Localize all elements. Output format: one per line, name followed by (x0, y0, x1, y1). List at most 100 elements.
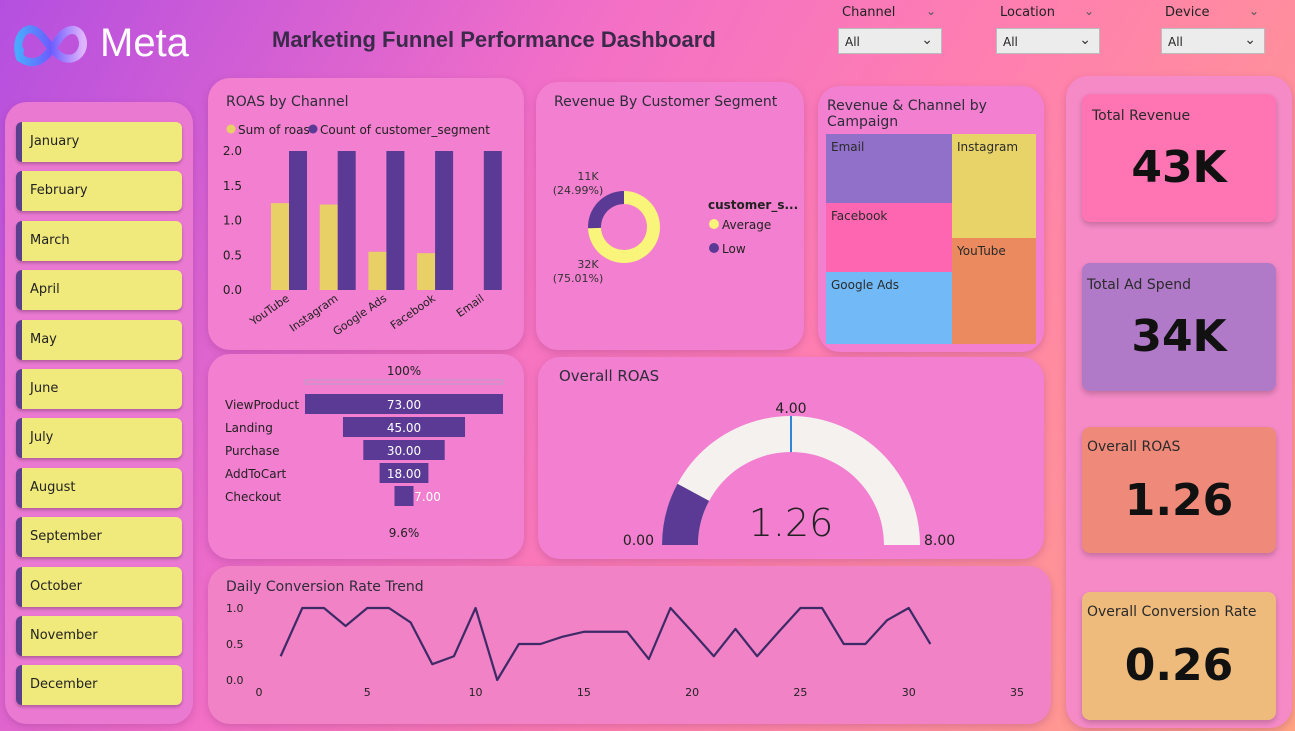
legend-label: Sum of roas (238, 123, 310, 137)
roas-by-channel-card: ROAS by Channel Sum of roas Count of cust… (208, 78, 524, 350)
y-tick-label: 0.5 (226, 638, 244, 651)
channel-select[interactable]: All ⌄ (838, 28, 942, 54)
month-button-march[interactable]: March (16, 220, 182, 261)
page-title: Marketing Funnel Performance Dashboard (272, 27, 716, 52)
gauge-target-label: 4.00 (775, 401, 806, 417)
treemap-cell-google-ads[interactable]: Google Ads (826, 272, 952, 344)
funnel-card: 100% ViewProduct 73.00 Landing 45.00 Purchase… (208, 354, 524, 559)
x-tick-label: 0 (256, 686, 263, 699)
location-select[interactable]: All ⌄ (996, 28, 1100, 54)
chart-title: Revenue & Channel by Campaign (827, 98, 987, 130)
month-button-november[interactable]: November (16, 616, 182, 656)
meta-logo: Meta (12, 20, 212, 70)
kpi-label: Overall Conversion Rate (1087, 604, 1257, 620)
filter-device[interactable]: Device ⌄ All ⌄ (1161, 4, 1266, 54)
bar-sum-of-roas (271, 203, 289, 290)
chevron-down-icon: ⌄ (1244, 32, 1256, 48)
month-button-june[interactable]: June (16, 369, 182, 409)
slice-value-label: 11K (577, 170, 599, 183)
legend-title: customer_s... (708, 198, 798, 213)
funnel-value-label: 45.00 (387, 421, 421, 435)
funnel-category-label: AddToCart (225, 467, 287, 481)
y-tick-label: 1.5 (223, 179, 242, 193)
gauge-value-label: 1.26 (749, 501, 834, 545)
kpi-value: 34K (1131, 311, 1227, 362)
month-button-january[interactable]: January (16, 122, 182, 162)
bar-sum-of-roas (417, 253, 436, 290)
slice-pct-label: (24.99%) (553, 184, 604, 197)
chevron-down-icon: ⌄ (926, 4, 937, 18)
month-button-april[interactable]: April (16, 270, 182, 311)
funnel-category-label: Purchase (225, 444, 280, 458)
filter-label: Channel (842, 5, 896, 20)
funnel-category-label: ViewProduct (225, 398, 299, 412)
kpi-label: Total Revenue (1092, 108, 1191, 124)
kpi-total-ad-spend: Total Ad Spend 34K (1082, 263, 1276, 391)
month-button-may[interactable]: May (16, 319, 182, 360)
select-value: All (1003, 35, 1018, 49)
select-value: All (845, 35, 860, 49)
treemap-label: Instagram (957, 140, 1019, 154)
y-tick-label: 0.0 (223, 283, 242, 297)
logo-text: Meta (100, 21, 189, 65)
funnel-category-label: Landing (225, 421, 273, 435)
device-select[interactable]: All ⌄ (1161, 28, 1265, 54)
treemap-cell-facebook[interactable]: Facebook (826, 203, 952, 272)
filter-location[interactable]: Location ⌄ All ⌄ (996, 4, 1101, 54)
x-tick-label: YouTube (247, 292, 292, 329)
month-button-october[interactable]: October (16, 566, 182, 607)
revenue-segment-card: Revenue By Customer Segment 11K (24.99%) 3… (536, 82, 804, 350)
legend-label: Count of customer_segment (320, 123, 490, 137)
legend-label: Low (722, 242, 746, 256)
gauge-max-label: 8.00 (924, 533, 955, 549)
x-tick-label: 5 (364, 686, 371, 699)
treemap-cell-instagram[interactable]: Instagram (952, 134, 1036, 238)
conversion-rate-line (279, 606, 932, 682)
x-tick-label: 25 (793, 686, 807, 699)
legend-marker (709, 243, 719, 253)
campaign-treemap-card: Revenue & Channel by Campaign Email Inst… (818, 86, 1044, 352)
chevron-down-icon: ⌄ (1079, 32, 1091, 48)
treemap-cell-youtube[interactable]: YouTube (952, 238, 1036, 344)
funnel-bottom-label: 9.6% (389, 526, 420, 540)
funnel-bar (394, 486, 414, 506)
segment-donut-chart: 11K(24.99%) 32K(75.01%) customer_s... Avera… (553, 170, 798, 285)
funnel-value-label: 30.00 (387, 444, 421, 458)
kpi-value: 1.26 (1124, 475, 1234, 526)
month-button-august[interactable]: August (16, 467, 182, 508)
x-tick-label: 30 (902, 686, 916, 699)
bar-sum-of-roas (368, 251, 387, 290)
treemap-cell-email[interactable]: Email (826, 134, 952, 203)
month-button-september[interactable]: September (16, 517, 182, 558)
daily-conversion-card: Daily Conversion Rate Trend 0.0 0.5 1.0 0 5 1… (208, 566, 1051, 724)
filter-channel[interactable]: Channel ⌄ All ⌄ (838, 4, 943, 54)
treemap-label: YouTube (957, 244, 1006, 258)
y-tick-label: 0.0 (226, 674, 244, 687)
x-tick-label: Email (454, 292, 486, 320)
roas-bar-chart: Sum of roas Count of customer_segment 0.0 0… (223, 123, 502, 339)
x-tick-label: 15 (577, 686, 591, 699)
funnel-category-label: Checkout (225, 490, 281, 504)
overall-roas-gauge-card: Overall ROAS 4.00 0.00 8.00 1.26 (538, 357, 1044, 559)
month-button-february[interactable]: February (16, 171, 182, 212)
slice-pct-label: (75.01%) (553, 272, 604, 285)
gauge-min-label: 0.00 (623, 533, 654, 549)
roas-gauge: 4.00 0.00 8.00 1.26 (623, 401, 955, 549)
month-button-july[interactable]: July (16, 418, 182, 459)
legend-marker (226, 124, 236, 134)
bar-count-customer-segment (435, 151, 454, 290)
x-tick-label: 10 (469, 686, 483, 699)
kpi-total-revenue: Total Revenue 43K (1082, 94, 1276, 222)
meta-infinity-icon (14, 25, 87, 67)
kpi-value: 0.26 (1124, 640, 1234, 691)
bar-count-customer-segment (337, 151, 356, 290)
treemap-label: Facebook (831, 209, 888, 223)
funnel-top-label: 100% (387, 364, 421, 378)
legend-marker (709, 219, 719, 229)
x-tick-label: Google Ads (331, 292, 390, 339)
kpi-overall-conversion-rate: Overall Conversion Rate 0.26 (1082, 592, 1276, 720)
month-button-december[interactable]: December (16, 665, 182, 706)
x-tick-label: 35 (1010, 686, 1024, 699)
treemap-label: Email (831, 140, 865, 154)
funnel-value-label: 7.00 (414, 490, 441, 504)
